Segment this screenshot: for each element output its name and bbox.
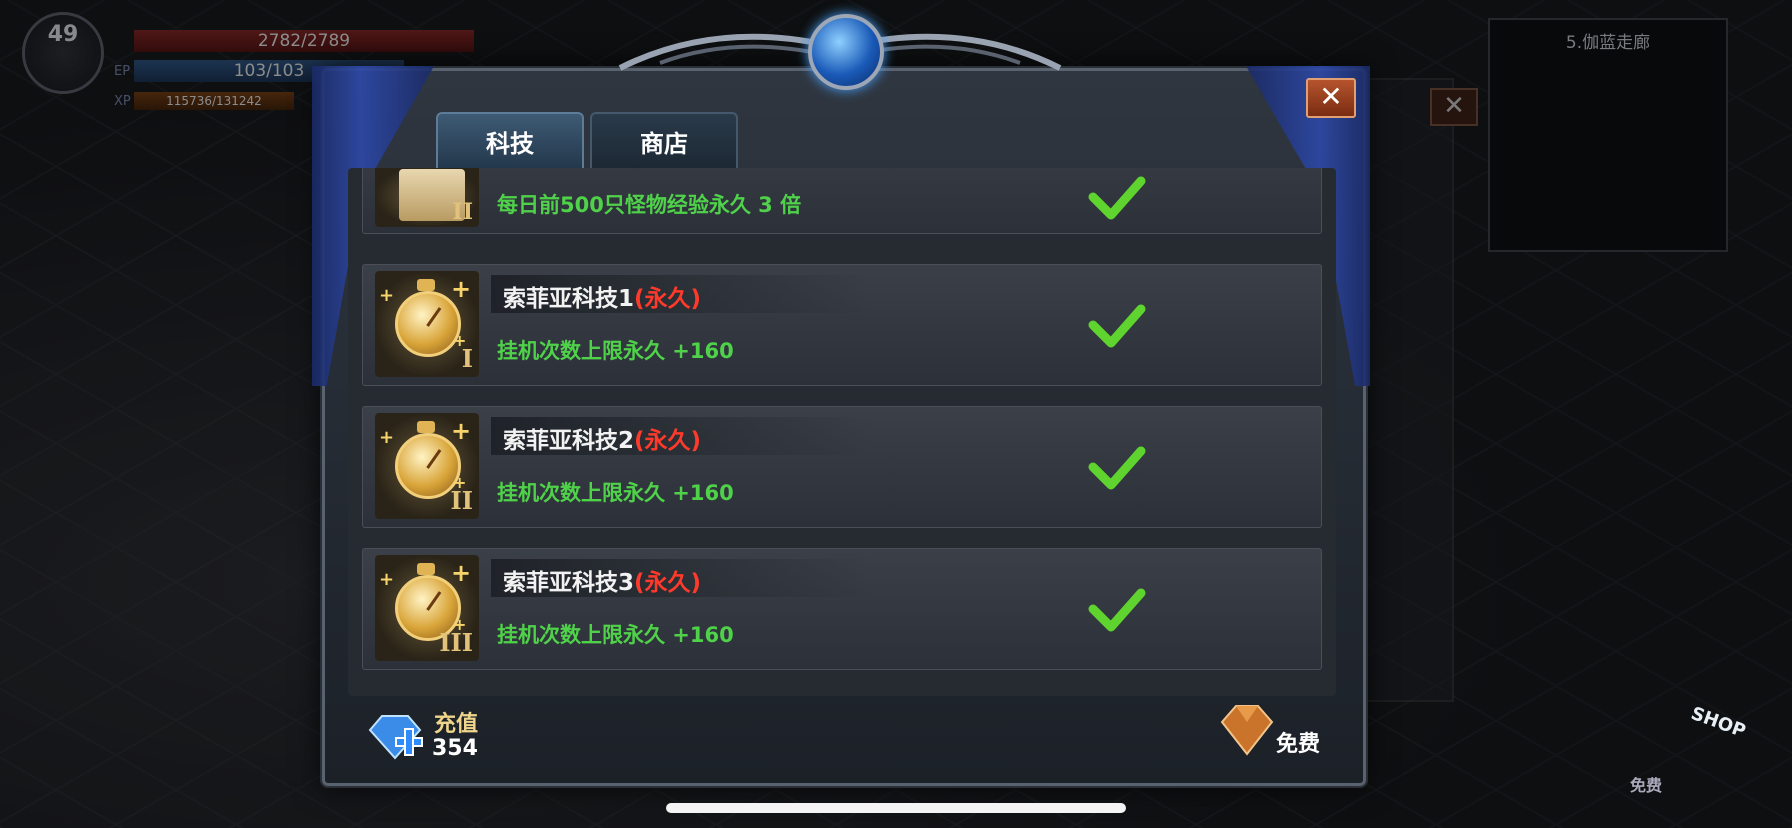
tier-label: III bbox=[439, 628, 473, 657]
tab-tech[interactable]: 科技 bbox=[436, 112, 584, 168]
diamond-balance: 354 bbox=[432, 736, 478, 761]
check-icon bbox=[1088, 176, 1146, 220]
item-desc: 挂机次数上限永久 +160 bbox=[497, 623, 734, 647]
permanent-tag: (永久) bbox=[634, 286, 702, 312]
item-desc: 挂机次数上限永久 +160 bbox=[497, 339, 734, 363]
check-icon bbox=[1088, 446, 1146, 490]
stopwatch-icon: + + + II bbox=[375, 413, 479, 519]
permanent-tag: (永久) bbox=[634, 570, 702, 596]
scroll-icon: II bbox=[375, 168, 479, 227]
item-name: 索菲亚科技1(永久) bbox=[503, 286, 702, 312]
item-name: 索菲亚科技3(永久) bbox=[503, 570, 702, 596]
home-indicator[interactable] bbox=[666, 803, 1126, 813]
item-desc: 每日前500只怪物经验永久 3 倍 bbox=[497, 193, 802, 217]
tech-list[interactable]: II 每日前500只怪物经验永久 3 倍 + + + I 索菲亚科技1(永久) … bbox=[348, 168, 1336, 696]
blue-diamond-plus-icon[interactable] bbox=[366, 712, 424, 762]
list-item[interactable]: + + + III 索菲亚科技3(永久) 挂机次数上限永久 +160 bbox=[362, 548, 1322, 670]
orange-diamond-icon[interactable] bbox=[1218, 702, 1276, 758]
recharge-label[interactable]: 充值 bbox=[434, 706, 478, 738]
tier-label: II bbox=[450, 486, 473, 515]
close-button[interactable]: ✕ bbox=[1306, 78, 1356, 118]
list-item[interactable]: + + + I 索菲亚科技1(永久) 挂机次数上限永久 +160 bbox=[362, 264, 1322, 386]
check-icon bbox=[1088, 588, 1146, 632]
tier-label: II bbox=[452, 199, 473, 225]
shop-free-label: 免费 bbox=[1630, 776, 1663, 795]
free-label[interactable]: 免费 bbox=[1276, 726, 1320, 758]
shop-button[interactable]: SHOP 免费 bbox=[1610, 703, 1758, 802]
stopwatch-icon: + + + III bbox=[375, 555, 479, 661]
check-icon bbox=[1088, 304, 1146, 348]
tier-label: I bbox=[461, 344, 473, 373]
list-item[interactable]: + + + II 索菲亚科技2(永久) 挂机次数上限永久 +160 bbox=[362, 406, 1322, 528]
tab-shop[interactable]: 商店 bbox=[590, 112, 738, 168]
list-item[interactable]: II 每日前500只怪物经验永久 3 倍 bbox=[362, 168, 1322, 234]
permanent-tag: (永久) bbox=[634, 428, 702, 454]
item-desc: 挂机次数上限永久 +160 bbox=[497, 481, 734, 505]
blue-gem-emblem-icon bbox=[808, 14, 884, 90]
stopwatch-icon: + + + I bbox=[375, 271, 479, 377]
item-name: 索菲亚科技2(永久) bbox=[503, 428, 702, 454]
